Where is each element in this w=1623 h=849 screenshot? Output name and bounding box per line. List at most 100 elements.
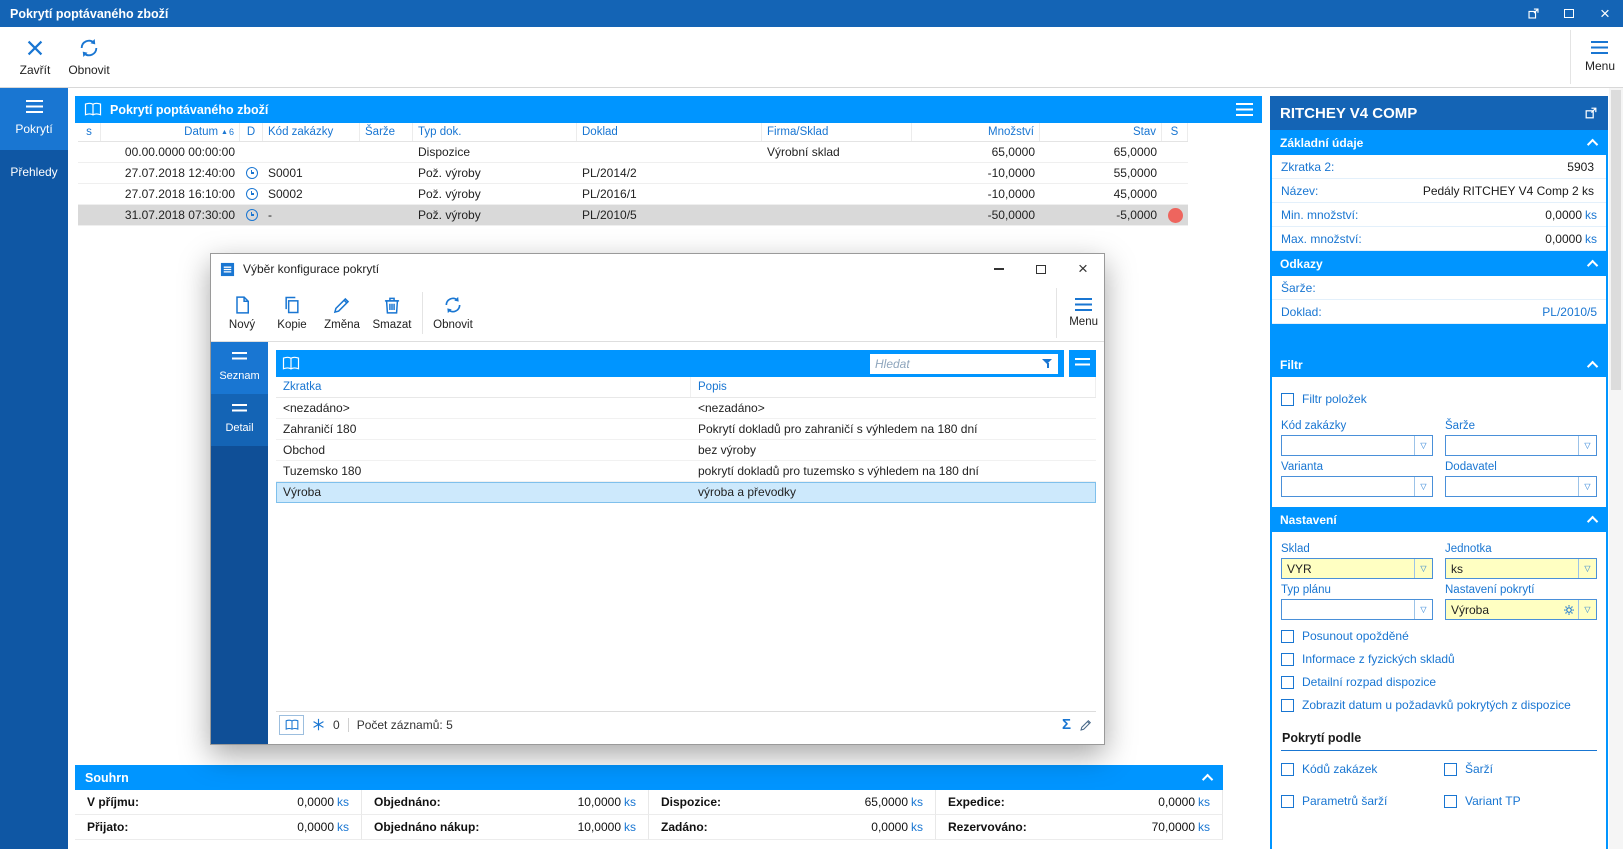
sort-order-number: 6 — [228, 127, 234, 137]
dialog-close-button[interactable]: × — [1062, 254, 1104, 284]
table-row[interactable]: 27.07.2018 16:10:00 S0002 Pož. výroby PL… — [78, 184, 1188, 205]
variant-tp-checkbox[interactable] — [1444, 794, 1457, 808]
dock-button[interactable] — [1515, 0, 1551, 27]
typ-planu-combo[interactable]: ▽ — [1281, 599, 1433, 620]
dropdown-icon[interactable]: ▽ — [1578, 600, 1596, 619]
config-table-header: Zkratka Popis — [276, 377, 1096, 398]
sidebar-item-label: Přehledy — [10, 165, 58, 179]
table-row[interactable]: 00.00.0000 00:00:00 Dispozice Výrobní sk… — [78, 142, 1188, 163]
column-header-doklad[interactable]: Doklad — [577, 123, 762, 141]
delete-button[interactable]: Smazat — [367, 288, 417, 338]
column-header-datum[interactable]: Datum ▲ 6 — [101, 123, 240, 141]
column-header-stav[interactable]: Stav — [1040, 123, 1162, 141]
grid-menu-icon[interactable] — [1236, 103, 1253, 116]
column-header-sarze[interactable]: Šarže — [360, 123, 413, 141]
document-link[interactable]: PL/2010/5 — [1542, 305, 1597, 319]
edit-pencil-icon[interactable] — [1079, 718, 1093, 732]
dodavatel-combo[interactable]: ▽ — [1445, 476, 1597, 497]
sidebar-item-pokryti[interactable]: Pokrytí — [0, 88, 68, 150]
dropdown-icon[interactable]: ▽ — [1414, 436, 1432, 455]
dialog-menu-button[interactable]: Menu — [1056, 287, 1098, 338]
varianta-combo[interactable]: ▽ — [1281, 476, 1433, 497]
new-button[interactable]: Nový — [217, 288, 267, 338]
dropdown-icon[interactable]: ▽ — [1578, 559, 1596, 578]
summary-grid: V příjmu: 0,0000 ks Objednáno: 10,0000 ks Di… — [75, 790, 1223, 840]
maximize-button[interactable] — [1551, 0, 1587, 27]
maximize-icon — [1564, 9, 1574, 18]
kodu-zakazek-checkbox[interactable] — [1281, 762, 1294, 776]
edit-button[interactable]: Změna — [317, 288, 367, 338]
column-header-firma[interactable]: Firma/Sklad — [762, 123, 912, 141]
dropdown-icon[interactable]: ▽ — [1414, 600, 1432, 619]
config-row[interactable]: <nezadáno> <nezadáno> — [276, 398, 1096, 419]
gear-icon[interactable] — [1560, 600, 1578, 619]
jednotka-combo[interactable]: ks ▽ — [1445, 558, 1597, 579]
informace-checkbox[interactable] — [1281, 652, 1294, 666]
field-nastaveni-pokryti: Nastavení pokrytí Výroba ▽ — [1445, 579, 1597, 620]
kod-zakazky-combo[interactable]: ▽ — [1281, 435, 1433, 456]
settings-card: Sklad VYR ▽ Jednotka ks ▽ Typ plánu ▽ Nast… — [1272, 532, 1606, 849]
table-row-selected[interactable]: 31.07.2018 07:30:00 - Pož. výroby PL/201… — [78, 205, 1188, 226]
section-header-filter[interactable]: Filtr — [1270, 352, 1608, 377]
search-box — [870, 353, 1058, 374]
view-mode-button[interactable] — [279, 714, 304, 735]
dialog-refresh-button[interactable]: Obnovit — [428, 288, 478, 338]
config-row[interactable]: Zahraničí 180 Pokrytí dokladů pro zahrani… — [276, 419, 1096, 440]
copy-button[interactable]: Kopie — [267, 288, 317, 338]
section-header-settings[interactable]: Nastavení — [1270, 507, 1608, 532]
popout-icon[interactable] — [1584, 106, 1598, 120]
tab-seznam[interactable]: Seznam — [211, 342, 268, 394]
collapse-chevron-icon[interactable] — [1201, 773, 1214, 785]
search-input[interactable] — [875, 356, 1037, 371]
config-row-selected[interactable]: Výroba výroba a převodky — [276, 482, 1096, 503]
zobrazit-datum-checkbox[interactable] — [1281, 698, 1294, 712]
table-row[interactable]: 27.07.2018 12:40:00 S0001 Pož. výroby PL… — [78, 163, 1188, 184]
sum-button[interactable]: Σ — [1062, 716, 1071, 733]
menu-icon — [1591, 41, 1609, 54]
close-window-button[interactable]: × — [1587, 0, 1623, 27]
list-menu-button[interactable] — [1069, 350, 1096, 377]
column-header-typ[interactable]: Typ dok. — [413, 123, 577, 141]
config-row[interactable]: Tuzemsko 180 pokrytí dokladů pro tuzemsko… — [276, 461, 1096, 482]
close-view-button[interactable]: Zavřít — [8, 30, 62, 84]
sklad-combo[interactable]: VYR ▽ — [1281, 558, 1433, 579]
clock-icon — [245, 167, 258, 179]
detailni-checkbox[interactable] — [1281, 675, 1294, 689]
column-header-kod[interactable]: Kód zakázky — [263, 123, 360, 141]
cell-datum: 27.07.2018 16:10:00 — [124, 187, 235, 201]
cell-datum: 00.00.0000 00:00:00 — [124, 145, 235, 159]
dropdown-icon[interactable]: ▽ — [1414, 477, 1432, 496]
scrollbar-thumb[interactable] — [1611, 90, 1621, 390]
dropdown-icon[interactable]: ▽ — [1578, 477, 1596, 496]
dialog-minimize-button[interactable] — [978, 254, 1020, 284]
dropdown-icon[interactable]: ▽ — [1578, 436, 1596, 455]
nastaveni-pokryti-combo[interactable]: Výroba ▽ — [1445, 599, 1597, 620]
column-header-s[interactable]: s — [78, 123, 101, 141]
toolbar-separator — [422, 291, 423, 334]
cell-typ: Dispozice — [418, 145, 471, 159]
filter-funnel-icon[interactable] — [1042, 358, 1053, 369]
tab-detail[interactable]: Detail — [211, 394, 268, 446]
column-header-mnozstvi[interactable]: Množství — [912, 123, 1040, 141]
detail-header: RITCHEY V4 COMP — [1270, 96, 1608, 130]
section-header-basic[interactable]: Základní údaje — [1270, 130, 1608, 155]
sarzi-checkbox[interactable] — [1444, 762, 1457, 776]
filter-items-checkbox[interactable] — [1281, 392, 1294, 406]
parametru-sarzi-checkbox[interactable] — [1281, 794, 1294, 808]
refresh-button[interactable]: Obnovit — [62, 30, 116, 84]
vertical-scrollbar[interactable] — [1609, 88, 1623, 849]
dropdown-icon[interactable]: ▽ — [1414, 559, 1432, 578]
column-header-d[interactable]: D — [240, 123, 263, 141]
column-header-popis[interactable]: Popis — [691, 377, 1096, 397]
config-row[interactable]: Obchod bez výroby — [276, 440, 1096, 461]
sidebar-item-prehledy[interactable]: Přehledy — [0, 150, 68, 194]
section-header-links[interactable]: Odkazy — [1270, 251, 1608, 276]
column-header-status[interactable]: S — [1162, 123, 1188, 141]
column-header-zkratka[interactable]: Zkratka — [276, 377, 691, 397]
dialog-maximize-button[interactable] — [1020, 254, 1062, 284]
menu-button[interactable]: Menu — [1569, 30, 1615, 84]
posunout-checkbox[interactable] — [1281, 629, 1294, 643]
field-typ-planu: Typ plánu ▽ — [1281, 579, 1433, 620]
detail-row: Šarže: — [1272, 276, 1606, 300]
sarze-combo[interactable]: ▽ — [1445, 435, 1597, 456]
